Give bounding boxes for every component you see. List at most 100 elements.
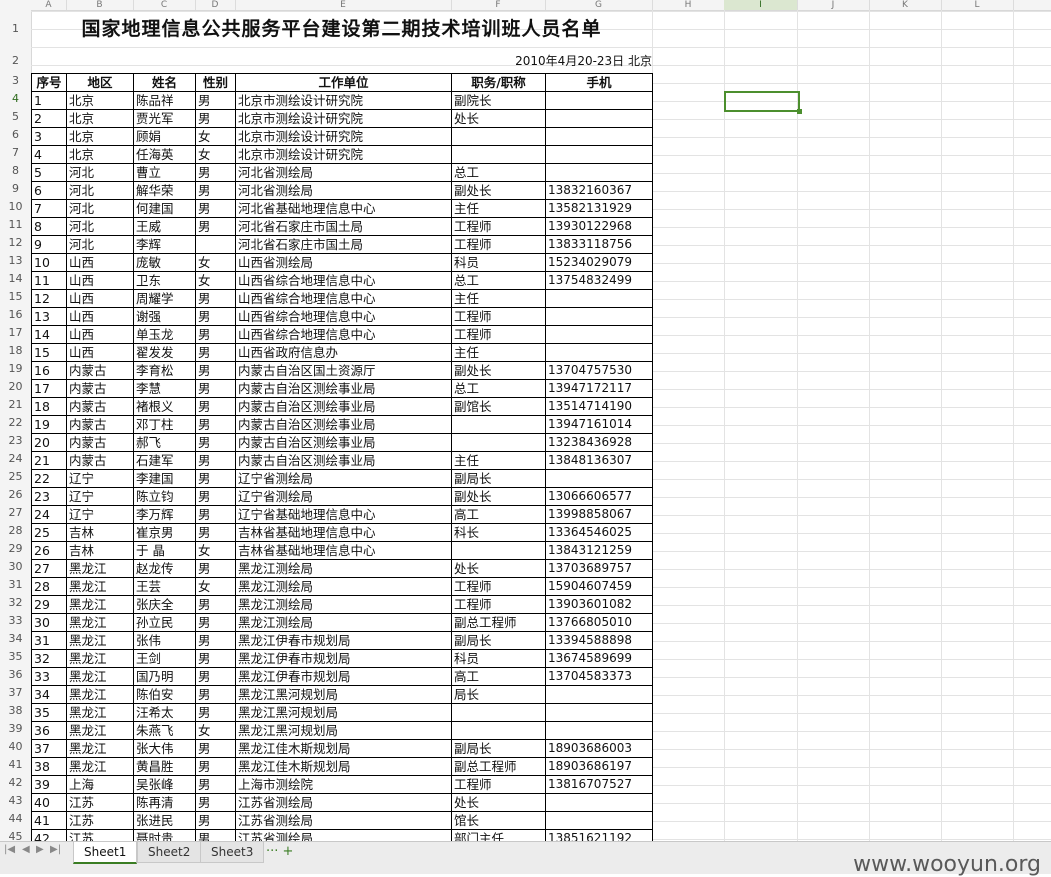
table-cell[interactable]: 吉林 [66, 523, 134, 542]
table-cell[interactable]: 翟发发 [133, 343, 196, 362]
table-cell[interactable]: 辽宁省测绘局 [235, 469, 452, 488]
table-cell[interactable]: 19 [31, 415, 67, 434]
table-cell[interactable]: 男 [195, 649, 236, 668]
table-cell[interactable]: 13704583373 [545, 667, 653, 686]
table-cell[interactable]: 河北 [66, 163, 134, 182]
table-cell[interactable]: 13582131929 [545, 199, 653, 218]
table-cell[interactable]: 任海英 [133, 145, 196, 164]
table-cell[interactable]: 31 [31, 631, 67, 650]
row-number[interactable]: 34 [0, 632, 31, 645]
table-cell[interactable]: 汪希太 [133, 703, 196, 722]
table-cell[interactable] [545, 289, 653, 308]
row-number[interactable]: 4 [0, 92, 31, 105]
column-header-e[interactable]: E [235, 0, 452, 10]
table-cell[interactable]: 卫东 [133, 271, 196, 290]
table-cell[interactable]: 黑龙江 [66, 685, 134, 704]
table-cell[interactable]: 山西 [66, 253, 134, 272]
table-cell[interactable]: 13833118756 [545, 235, 653, 254]
table-cell[interactable]: 13930122968 [545, 217, 653, 236]
table-cell[interactable]: 男 [195, 685, 236, 704]
table-cell[interactable]: 副总工程师 [451, 757, 546, 776]
table-cell[interactable]: 张进民 [133, 811, 196, 830]
table-cell[interactable]: 黑龙江 [66, 595, 134, 614]
table-cell[interactable]: 黑龙江黑河规划局 [235, 703, 452, 722]
column-header-g[interactable]: G [545, 0, 653, 10]
table-cell[interactable]: 4 [31, 145, 67, 164]
table-cell[interactable]: 副总工程师 [451, 613, 546, 632]
table-cell[interactable]: 山西 [66, 289, 134, 308]
table-cell[interactable] [545, 793, 653, 812]
row-number[interactable]: 24 [0, 452, 31, 465]
table-cell[interactable]: 庞敏 [133, 253, 196, 272]
table-cell[interactable]: 王剑 [133, 649, 196, 668]
table-cell[interactable] [545, 469, 653, 488]
table-cell[interactable]: 工程师 [451, 595, 546, 614]
table-cell[interactable]: 黑龙江测绘局 [235, 613, 452, 632]
table-cell[interactable]: 副局长 [451, 469, 546, 488]
table-cell[interactable]: 13704757530 [545, 361, 653, 380]
row-number[interactable]: 43 [0, 794, 31, 807]
column-header-k[interactable]: K [869, 0, 942, 10]
table-cell[interactable] [451, 145, 546, 164]
table-cell[interactable]: 郝飞 [133, 433, 196, 452]
table-cell[interactable]: 曹立 [133, 163, 196, 182]
table-cell[interactable]: 工程师 [451, 307, 546, 326]
row-number[interactable]: 11 [0, 218, 31, 231]
table-cell[interactable]: 总工 [451, 163, 546, 182]
table-cell[interactable]: 总工 [451, 379, 546, 398]
table-cell[interactable]: 山西 [66, 343, 134, 362]
table-cell[interactable]: 内蒙古自治区测绘事业局 [235, 397, 452, 416]
table-cell[interactable]: 男 [195, 181, 236, 200]
table-cell[interactable]: 34 [31, 685, 67, 704]
table-cell[interactable]: 李辉 [133, 235, 196, 254]
table-cell[interactable]: 男 [195, 325, 236, 344]
row-number[interactable]: 41 [0, 758, 31, 771]
table-cell[interactable]: 18903686003 [545, 739, 653, 758]
column-header-i[interactable]: I [724, 0, 798, 10]
table-cell[interactable] [195, 235, 236, 254]
table-cell[interactable]: 13 [31, 307, 67, 326]
table-cell[interactable]: 副处长 [451, 181, 546, 200]
table-cell[interactable]: 男 [195, 595, 236, 614]
table-cell[interactable]: 工程师 [451, 217, 546, 236]
table-cell[interactable]: 处长 [451, 559, 546, 578]
table-cell[interactable]: 工程师 [451, 577, 546, 596]
table-cell[interactable]: 吉林 [66, 541, 134, 560]
table-cell[interactable]: 17 [31, 379, 67, 398]
row-number[interactable]: 15 [0, 290, 31, 303]
table-cell[interactable]: 李建国 [133, 469, 196, 488]
row-number[interactable]: 26 [0, 488, 31, 501]
table-cell[interactable]: 12 [31, 289, 67, 308]
table-cell[interactable]: 男 [195, 91, 236, 110]
table-cell[interactable]: 13754832499 [545, 271, 653, 290]
row-number[interactable]: 14 [0, 272, 31, 285]
table-cell[interactable]: 上海 [66, 775, 134, 794]
table-cell[interactable]: 陈立钧 [133, 487, 196, 506]
table-cell[interactable]: 15 [31, 343, 67, 362]
table-cell[interactable]: 顾娟 [133, 127, 196, 146]
table-cell[interactable] [545, 343, 653, 362]
table-cell[interactable]: 副处长 [451, 487, 546, 506]
column-header-c[interactable]: C [133, 0, 196, 10]
table-cell[interactable]: 周耀学 [133, 289, 196, 308]
row-number[interactable]: 18 [0, 344, 31, 357]
table-cell[interactable]: 陈伯安 [133, 685, 196, 704]
table-cell[interactable]: 7 [31, 199, 67, 218]
table-cell[interactable]: 3 [31, 127, 67, 146]
table-cell[interactable]: 内蒙古 [66, 451, 134, 470]
table-cell[interactable]: 13947172117 [545, 379, 653, 398]
table-cell[interactable]: 黑龙江 [66, 703, 134, 722]
table-cell[interactable]: 黑龙江测绘局 [235, 559, 452, 578]
table-cell[interactable]: 男 [195, 523, 236, 542]
table-cell[interactable]: 科长 [451, 523, 546, 542]
table-cell[interactable]: 男 [195, 289, 236, 308]
table-cell[interactable]: 山西省综合地理信息中心 [235, 271, 452, 290]
table-cell[interactable]: 副局长 [451, 631, 546, 650]
table-cell[interactable]: 女 [195, 127, 236, 146]
table-cell[interactable]: 北京市测绘设计研究院 [235, 109, 452, 128]
table-cell[interactable]: 36 [31, 721, 67, 740]
table-cell[interactable]: 内蒙古 [66, 433, 134, 452]
row-number[interactable]: 5 [0, 110, 31, 123]
table-cell[interactable]: 男 [195, 487, 236, 506]
table-cell[interactable]: 黑龙江 [66, 721, 134, 740]
